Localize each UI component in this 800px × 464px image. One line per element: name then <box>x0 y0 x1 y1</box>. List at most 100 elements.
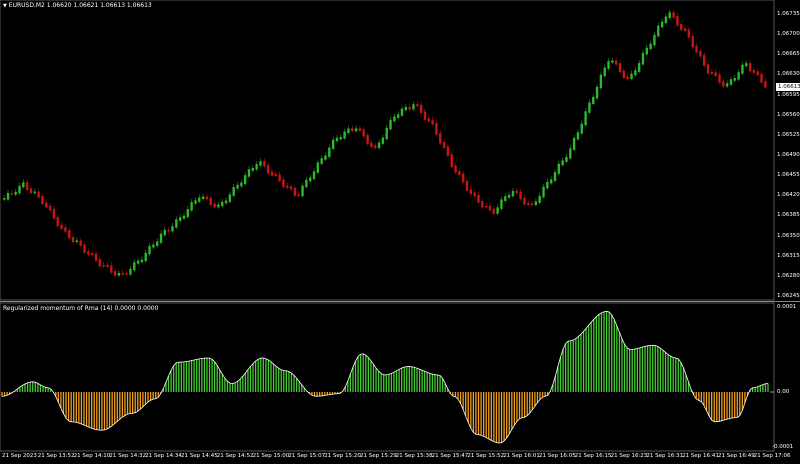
price-axis-label: 1.06490 <box>777 152 800 158</box>
candle-body <box>64 227 67 232</box>
candle-body <box>71 236 75 243</box>
candle-body <box>90 253 94 256</box>
price-panel-header: ▼ EURUSD,M2 1.06620 1.06621 1.06613 1.06… <box>3 2 152 9</box>
price-chart-canvas[interactable] <box>0 0 800 464</box>
price-axis-label: 1.06455 <box>777 172 800 179</box>
candle-body <box>615 60 618 65</box>
candle-body <box>683 28 687 32</box>
price-axis-label: 1.06735 <box>777 11 800 17</box>
candle-body <box>484 205 488 208</box>
candle-body <box>140 259 144 263</box>
candle-body <box>649 43 652 50</box>
candle-body <box>343 131 346 139</box>
candle-body <box>595 86 599 99</box>
candle-body <box>98 259 102 267</box>
time-axis-label: 21 Sep 14:52 <box>216 453 254 459</box>
candle-body <box>60 224 63 229</box>
candle-body <box>450 154 453 168</box>
candle-body <box>603 67 606 77</box>
candle-body <box>312 171 316 180</box>
candle-body <box>702 54 706 66</box>
candle-body <box>477 194 480 203</box>
candle-body <box>79 240 82 246</box>
candle-body <box>546 181 549 189</box>
candle-body <box>121 272 124 275</box>
price-axis-label: 1.06315 <box>777 252 800 259</box>
candle-body <box>527 203 530 205</box>
candle-body <box>458 171 461 176</box>
candle-body <box>102 264 105 267</box>
candle-body <box>500 199 503 209</box>
candle-body <box>270 171 274 176</box>
candle-body <box>286 185 289 188</box>
price-panel-border <box>0 0 775 301</box>
candle-body <box>756 71 759 76</box>
time-axis-label: 21 Sep 15:00 <box>252 453 290 459</box>
candle-body <box>725 83 729 87</box>
time-axis-label: 21 Sep 14:45 <box>181 453 218 459</box>
candle-body <box>25 182 29 190</box>
candle-body <box>236 184 239 189</box>
candle-body <box>190 202 193 211</box>
candle-body <box>152 244 155 248</box>
candle-body <box>217 204 220 208</box>
candle-body <box>201 196 205 200</box>
candle-body <box>687 29 691 38</box>
candle-body <box>354 128 358 132</box>
candle-body <box>320 158 323 164</box>
candle-body <box>676 16 679 26</box>
candle-body <box>515 190 518 194</box>
candle-body <box>404 106 408 111</box>
price-axis-label: 1.06280 <box>777 272 800 279</box>
time-axis-label: 21 Sep 14:10 <box>73 453 111 459</box>
candle-body <box>156 241 159 247</box>
price-axis-label: 1.06525 <box>777 131 800 138</box>
candle-body <box>431 120 434 125</box>
candle-body <box>588 102 591 113</box>
candle-body <box>3 198 6 200</box>
candle-body <box>481 201 484 208</box>
candle-body <box>534 201 538 206</box>
chart-window[interactable]: ▼ EURUSD,M2 1.06620 1.06621 1.06613 1.06… <box>0 0 800 464</box>
candle-body <box>607 61 610 69</box>
candle-body <box>710 71 714 74</box>
candle-body <box>75 240 79 243</box>
candle-body <box>454 165 457 173</box>
candle-body <box>645 47 648 55</box>
time-axis-label: 21 Sep 15:07 <box>288 453 326 459</box>
candle-body <box>377 142 381 149</box>
candle-body <box>748 63 752 72</box>
candle-body <box>83 244 86 253</box>
candle-body <box>33 191 36 194</box>
candle-body <box>584 111 587 126</box>
time-axis-label: 21 Sep 14:32 <box>109 453 147 459</box>
candle-body <box>309 177 312 182</box>
candle-body <box>393 116 396 122</box>
candle-body <box>381 137 385 144</box>
candle-body <box>389 119 392 130</box>
candle-body <box>282 179 285 188</box>
candle-body <box>523 197 526 205</box>
triangle-down-icon[interactable]: ▼ <box>3 3 7 9</box>
candle-body <box>289 186 293 190</box>
candle-body <box>695 45 698 53</box>
candle-body <box>171 226 174 232</box>
candle-body <box>618 63 622 73</box>
candle-body <box>255 164 258 170</box>
candle-body <box>622 70 626 78</box>
candle-body <box>324 155 327 160</box>
candle-body <box>45 202 48 208</box>
candle-body <box>611 60 614 63</box>
candle-body <box>427 118 430 122</box>
candle-body <box>48 205 52 211</box>
candle-body <box>94 253 98 261</box>
candle-body <box>488 206 492 211</box>
candle-body <box>351 128 354 132</box>
candle-body <box>194 200 197 204</box>
candle-body <box>228 194 232 203</box>
candle-body <box>722 81 725 87</box>
candle-body <box>657 25 660 37</box>
candle-body <box>435 122 438 135</box>
candle-body <box>741 64 744 74</box>
candle-body <box>530 203 534 206</box>
